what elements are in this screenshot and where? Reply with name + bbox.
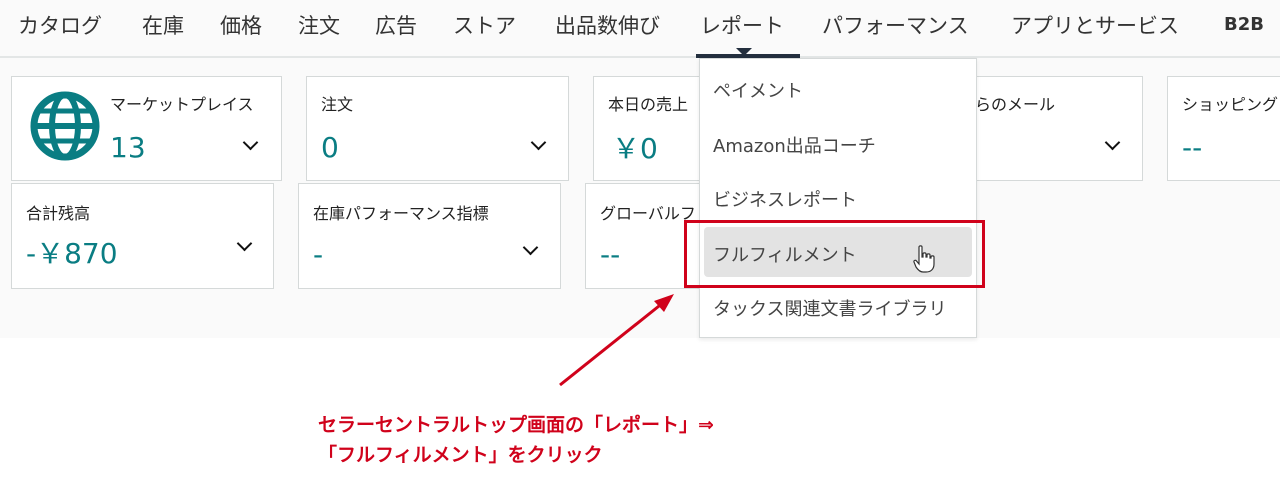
annotation-line-1: セラーセントラルトップ画面の「レポート」⇒ — [318, 414, 714, 436]
annotation-line-2: 「フルフィルメント」をクリック — [318, 444, 603, 466]
annotation-text: セラーセントラルトップ画面の「レポート」⇒ 「フルフィルメント」をクリック — [318, 410, 714, 470]
